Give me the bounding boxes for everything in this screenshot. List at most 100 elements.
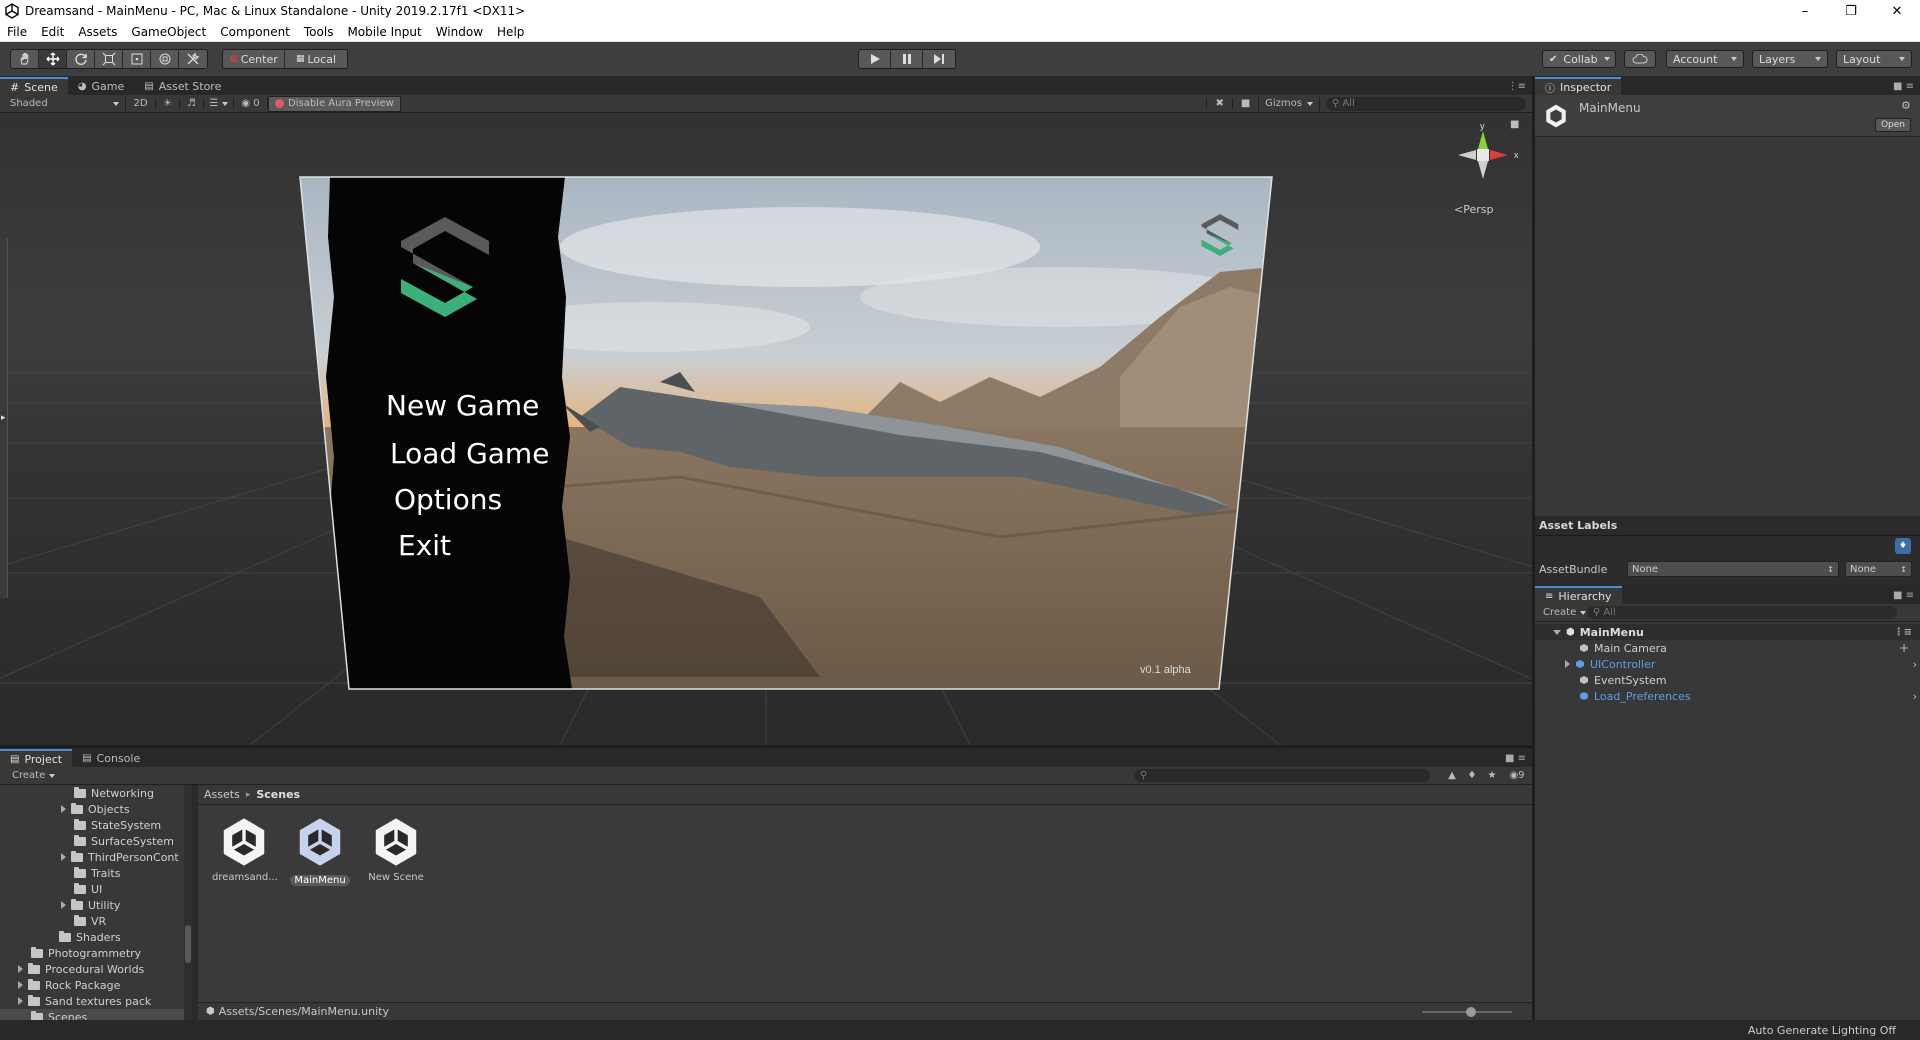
scrollbar-thumb[interactable] <box>185 925 191 963</box>
shading-dropdown[interactable]: Shaded <box>0 95 126 112</box>
expand-arrow-icon[interactable] <box>61 901 66 909</box>
asset-item-selected[interactable]: MainMenu <box>284 815 356 889</box>
panel-menu-icon[interactable]: ■ ≡ <box>1505 753 1532 767</box>
tree-folder[interactable]: StateSystem <box>74 817 161 833</box>
hierarchy-item[interactable]: UIController › <box>1565 656 1917 672</box>
menu-component[interactable]: Component <box>213 22 297 42</box>
tree-folder[interactable]: Objects <box>61 801 130 817</box>
hierarchy-scene-row[interactable]: ⬢ MainMenu ⋮≡ <box>1535 624 1920 640</box>
account-dropdown[interactable]: Account <box>1666 50 1744 68</box>
favorite-star-icon[interactable]: ★ <box>1482 770 1502 781</box>
tab-hierarchy[interactable]: ≡ Hierarchy <box>1535 586 1622 604</box>
menu-tools[interactable]: Tools <box>297 22 341 42</box>
lock-icon[interactable]: ■ <box>1510 119 1519 130</box>
folder-tree-scrollbar[interactable] <box>184 785 192 1020</box>
hidden-objects-toggle[interactable]: ◉ 0 <box>234 98 268 109</box>
scale-tool-button[interactable] <box>95 50 123 68</box>
step-button[interactable] <box>923 50 955 68</box>
asset-item[interactable]: New Scene <box>364 815 428 889</box>
layers-dropdown[interactable]: Layers <box>1752 50 1828 68</box>
expand-arrow-icon[interactable] <box>18 965 23 973</box>
menu-edit[interactable]: Edit <box>34 22 71 42</box>
camera-settings-button[interactable]: ■ <box>1232 98 1258 109</box>
tree-folder-selected[interactable]: Scenes <box>0 1009 185 1020</box>
scene-viewport[interactable]: v0.1 alpha New Game Load Game Options Ex… <box>0 113 1532 745</box>
add-icon[interactable]: + <box>1899 641 1909 655</box>
icon-size-slider[interactable] <box>1422 1006 1512 1017</box>
expand-arrow-icon[interactable] <box>18 981 23 989</box>
new-game-menu-item[interactable]: New Game <box>386 389 539 422</box>
open-button[interactable]: Open <box>1875 118 1911 132</box>
expand-arrow-icon[interactable] <box>1565 660 1570 668</box>
tree-folder[interactable]: SurfaceSystem <box>74 833 174 849</box>
gizmos-dropdown[interactable]: Gizmos <box>1258 95 1320 112</box>
tab-project[interactable]: ▤ Project <box>0 749 73 767</box>
hand-tool-button[interactable] <box>11 50 39 68</box>
project-search-input[interactable]: ⚲ <box>1134 769 1430 782</box>
custom-tool-button[interactable] <box>179 50 207 68</box>
scene-search-input[interactable]: ⚲ All <box>1326 96 1526 111</box>
filter-label-icon[interactable]: ♦ <box>1462 770 1482 781</box>
lighting-toggle[interactable]: ☀ <box>156 98 180 109</box>
expand-arrow-icon[interactable] <box>1553 629 1561 635</box>
play-button[interactable] <box>859 50 891 68</box>
tree-folder[interactable]: Procedural Worlds <box>18 961 144 977</box>
tab-asset-store[interactable]: ▤ Asset Store <box>134 77 231 95</box>
slider-thumb[interactable] <box>1466 1006 1476 1017</box>
options-menu-item[interactable]: Options <box>394 483 502 516</box>
asset-variant-dropdown[interactable]: None ↕ <box>1845 561 1912 577</box>
minimize-button[interactable]: – <box>1782 0 1828 22</box>
tree-folder[interactable]: Sand textures pack <box>18 993 151 1009</box>
pause-button[interactable] <box>891 50 923 68</box>
hierarchy-item[interactable]: EventSystem <box>1579 672 1909 688</box>
tree-folder[interactable]: Shaders <box>59 929 121 945</box>
transform-tool-button[interactable] <box>151 50 179 68</box>
disable-aura-button[interactable]: Disable Aura Preview <box>268 95 401 112</box>
tab-scene[interactable]: # Scene <box>0 77 68 95</box>
load-game-menu-item[interactable]: Load Game <box>390 437 549 470</box>
hidden-packages-toggle[interactable]: ◉9 <box>1502 770 1532 781</box>
layout-dropdown[interactable]: Layout <box>1836 50 1912 68</box>
hierarchy-create-dropdown[interactable]: Create <box>1535 607 1587 618</box>
close-button[interactable]: ✕ <box>1874 0 1920 22</box>
orientation-gizmo[interactable]: y x <box>1438 119 1528 199</box>
auto-lighting-status[interactable]: Auto Generate Lighting Off <box>1748 1024 1896 1037</box>
chevron-right-icon[interactable]: › <box>1913 690 1917 703</box>
menu-help[interactable]: Help <box>490 22 531 42</box>
tab-game[interactable]: ◕ Game <box>68 77 134 95</box>
chevron-right-icon[interactable]: › <box>1913 658 1917 671</box>
filter-type-icon[interactable]: ▲ <box>1442 770 1462 781</box>
expand-arrow-icon[interactable] <box>18 997 23 1005</box>
tree-folder[interactable]: Utility <box>61 897 120 913</box>
tree-folder[interactable]: Traits <box>74 865 120 881</box>
rect-tool-button[interactable] <box>123 50 151 68</box>
maximize-button[interactable]: ❐ <box>1828 0 1874 22</box>
effects-dropdown[interactable]: ☰ <box>204 98 234 109</box>
menu-gameobject[interactable]: GameObject <box>124 22 213 42</box>
project-create-dropdown[interactable]: Create <box>0 770 60 781</box>
hierarchy-item[interactable]: Load_Preferences › <box>1579 688 1917 704</box>
hierarchy-item[interactable]: Main Camera + <box>1579 640 1909 656</box>
move-tool-button[interactable] <box>39 50 67 68</box>
settings-gear-icon[interactable]: ⚙ <box>1901 99 1911 112</box>
rotate-tool-button[interactable] <box>67 50 95 68</box>
expand-arrow-icon[interactable] <box>61 853 66 861</box>
menu-assets[interactable]: Assets <box>71 22 124 42</box>
cloud-button[interactable] <box>1624 50 1656 68</box>
tag-label-button[interactable]: ♦ <box>1895 538 1911 554</box>
toggle-2d-button[interactable]: 2D <box>126 98 156 109</box>
menu-file[interactable]: File <box>0 22 34 42</box>
tree-folder[interactable]: VR <box>74 913 106 929</box>
panel-menu-icon[interactable]: ■ ≡ <box>1893 590 1920 604</box>
exit-menu-item[interactable]: Exit <box>398 529 451 562</box>
tab-console[interactable]: ▤ Console <box>72 749 150 767</box>
pivot-center-button[interactable]: ▦ Center <box>223 50 285 68</box>
tree-folder[interactable]: UI <box>74 881 102 897</box>
tree-folder[interactable]: Photogrammetry <box>31 945 141 961</box>
asset-bundle-dropdown[interactable]: None ↕ <box>1627 561 1839 577</box>
tree-folder[interactable]: ThirdPersonCont <box>61 849 179 865</box>
breadcrumb-scenes[interactable]: Scenes <box>256 788 300 801</box>
asset-item[interactable]: dreamsand... <box>212 815 278 889</box>
menu-mobile-input[interactable]: Mobile Input <box>340 22 428 42</box>
perspective-label[interactable]: <Persp <box>1454 203 1493 216</box>
